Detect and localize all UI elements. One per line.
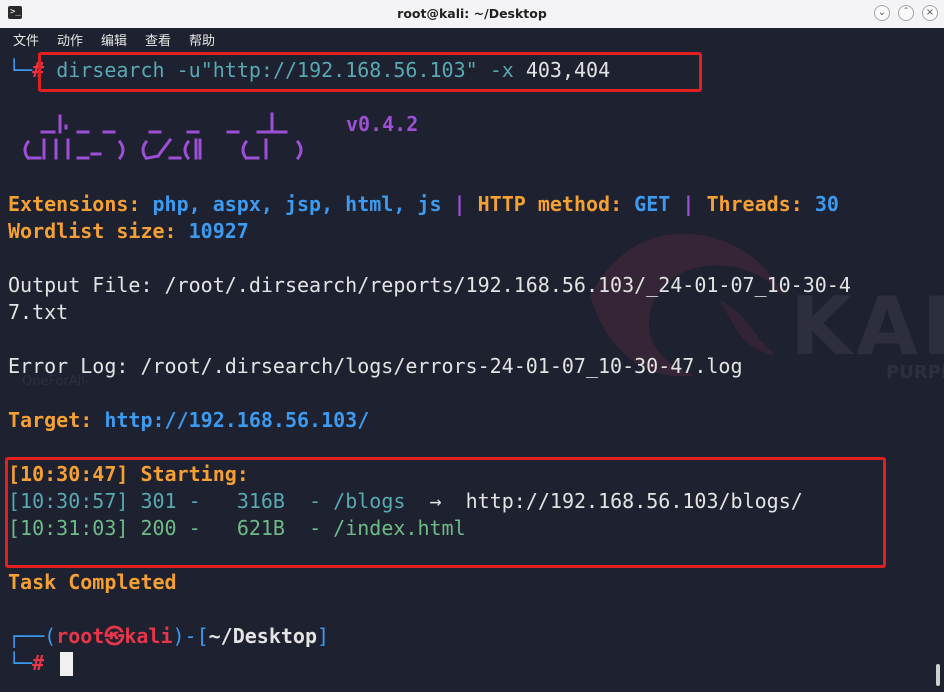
separator: | [682, 192, 695, 216]
http-method-label: HTTP method: [477, 192, 623, 216]
minimize-icon[interactable]: ⌄ [874, 5, 890, 21]
menu-view[interactable]: 查看 [145, 30, 171, 49]
target-label: Target: [8, 408, 93, 432]
prompt-user: root [56, 624, 105, 648]
menu-file[interactable]: 文件 [13, 30, 39, 49]
target-line: Target: http://192.168.56.103/ [8, 407, 369, 433]
output-file-line-continued: 7.txt [8, 300, 69, 324]
close-icon[interactable]: × [922, 5, 938, 21]
http-method-value: GET [634, 192, 671, 216]
task-completed: Task Completed [8, 570, 177, 594]
separator: | [453, 192, 466, 216]
menu-actions[interactable]: 动作 [57, 30, 83, 49]
command-highlight-box [38, 52, 702, 92]
threads-value: 30 [814, 192, 839, 216]
scrollbar[interactable] [936, 664, 940, 686]
window-title: root@kali: ~/Desktop [397, 6, 547, 21]
wordlist-line: Wordlist size: 10927 [8, 218, 249, 244]
menu-bar: 文件 动作 编辑 查看 帮助 [0, 28, 944, 50]
prompt-at: ㉿ [104, 624, 125, 648]
menu-edit[interactable]: 编辑 [101, 30, 127, 49]
title-bar: >_ root@kali: ~/Desktop ⌄ ˆ × [0, 0, 944, 29]
threads-label: Threads: [706, 192, 803, 216]
kali-watermark-subtext: PURPL [886, 362, 944, 383]
prompt-input-line: └─# [8, 650, 44, 676]
wordlist-label: Wordlist size: [8, 219, 177, 243]
prompt-hash: # [32, 651, 45, 675]
menu-help[interactable]: 帮助 [189, 30, 215, 49]
dirsearch-logo [23, 112, 303, 161]
extensions-value: php, aspx, jsp, html, js [152, 192, 442, 216]
prompt-bottom: └─ [8, 651, 33, 675]
prompt-corner: └─ [8, 58, 33, 82]
prompt-top-left: ┌──( [8, 624, 57, 648]
prompt-cwd: ~/Desktop [208, 624, 318, 648]
prompt-end: ] [317, 624, 330, 648]
maximize-icon[interactable]: ˆ [898, 5, 914, 21]
extensions-line: Extensions: php, aspx, jsp, html, js | H… [8, 191, 839, 217]
prompt-host: kali [124, 624, 173, 648]
terminal-cursor[interactable] [60, 652, 73, 676]
prompt-mid: )-[ [172, 624, 209, 648]
target-url: http://192.168.56.103/ [104, 408, 370, 432]
terminal-window: KALI PURPL OneForAll- >_ root@kali: ~/De… [0, 0, 944, 692]
output-file-line: Output File: /root/.dirsearch/reports/19… [8, 273, 851, 297]
error-log-line: Error Log: /root/.dirsearch/logs/errors-… [8, 354, 743, 378]
dirsearch-version: v0.4.2 [346, 112, 419, 136]
wordlist-value: 10927 [188, 219, 249, 243]
prompt-line: ┌──(root㉿kali)-[~/Desktop] [8, 623, 329, 649]
results-highlight-box [5, 457, 886, 568]
extensions-label: Extensions: [8, 192, 141, 216]
